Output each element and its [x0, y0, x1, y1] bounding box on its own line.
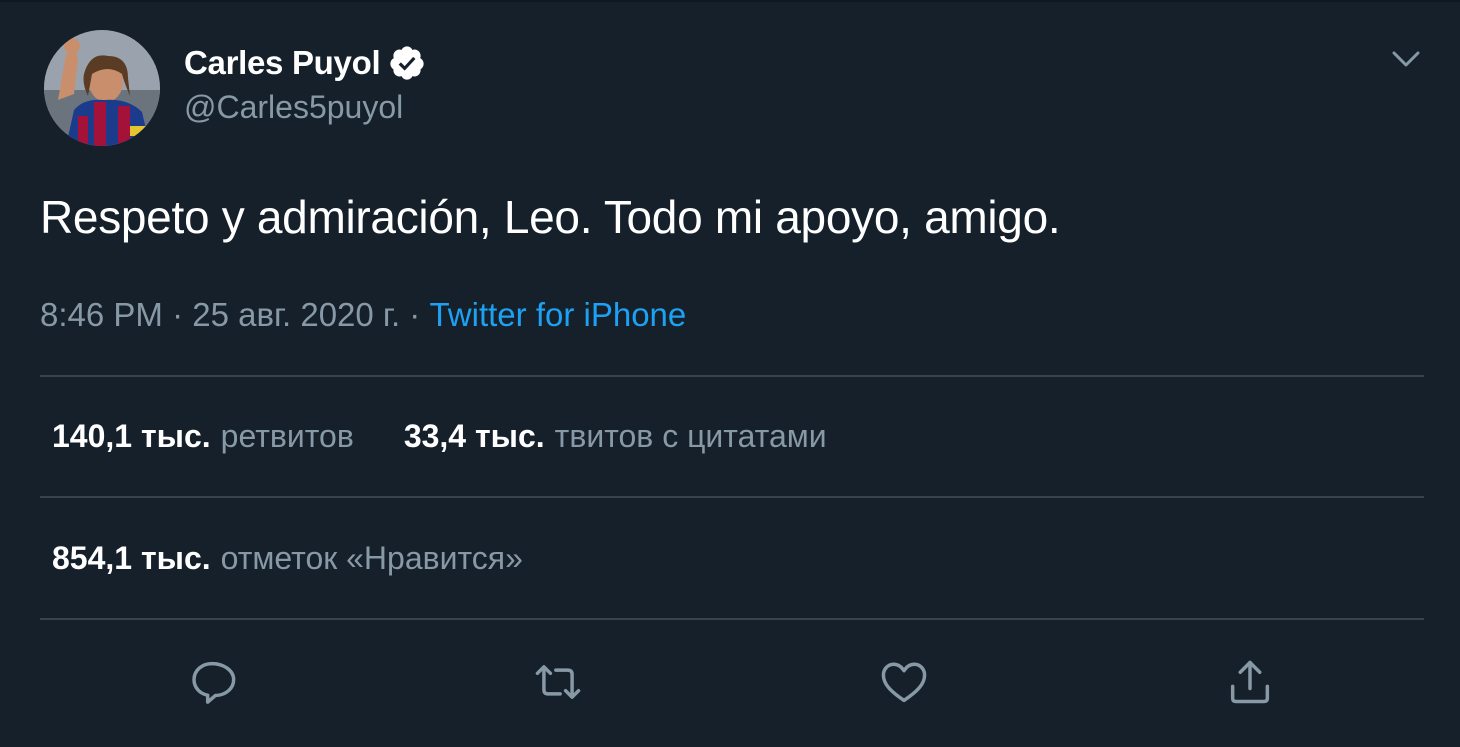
meta-separator: ·	[409, 296, 421, 333]
retweet-icon[interactable]	[532, 656, 584, 708]
divider	[40, 375, 1424, 377]
tweet-source-link[interactable]: Twitter for iPhone	[429, 296, 686, 333]
meta-separator: ·	[172, 296, 184, 333]
tweet-card: Carles Puyol @Carles5puyol Respeto y adm…	[0, 0, 1460, 747]
verified-badge-icon	[388, 44, 426, 82]
likes-count: 854,1 тыс.	[52, 540, 211, 576]
user-handle[interactable]: @Carles5puyol	[184, 89, 403, 126]
tweet-time[interactable]: 8:46 PM	[40, 296, 163, 333]
divider	[40, 618, 1424, 620]
avatar[interactable]	[44, 30, 160, 146]
retweets-label: ретвитов	[220, 418, 354, 454]
user-name-row[interactable]: Carles Puyol	[184, 40, 426, 86]
display-name[interactable]: Carles Puyol	[184, 44, 381, 82]
likes-label: отметок «Нравится»	[220, 540, 523, 576]
chevron-down-icon[interactable]	[1388, 44, 1424, 74]
tweet-meta: 8:46 PM · 25 авг. 2020 г. · Twitter for …	[40, 296, 686, 334]
divider	[40, 496, 1424, 498]
tweet-text: Respeto y admiración, Leo. Todo mi apoyo…	[40, 191, 1061, 243]
stats-row-retweets: 140,1 тыс. ретвитов 33,4 тыс. твитов с ц…	[52, 418, 827, 455]
likes-stat[interactable]: 854,1 тыс. отметок «Нравится»	[52, 540, 523, 577]
quotes-count: 33,4 тыс.	[403, 418, 545, 454]
stats-row-likes: 854,1 тыс. отметок «Нравится»	[52, 540, 523, 577]
tweet-date[interactable]: 25 авг. 2020 г.	[192, 296, 400, 333]
retweets-stat[interactable]: 140,1 тыс. ретвитов	[52, 418, 354, 455]
reply-icon[interactable]	[186, 656, 238, 708]
quotes-stat[interactable]: 33,4 тыс. твитов с цитатами	[404, 418, 827, 455]
share-icon[interactable]	[1224, 656, 1276, 708]
retweets-count: 140,1 тыс.	[52, 418, 211, 454]
top-border	[0, 0, 1460, 2]
like-icon[interactable]	[878, 656, 930, 708]
quotes-label: твитов с цитатами	[554, 418, 827, 454]
